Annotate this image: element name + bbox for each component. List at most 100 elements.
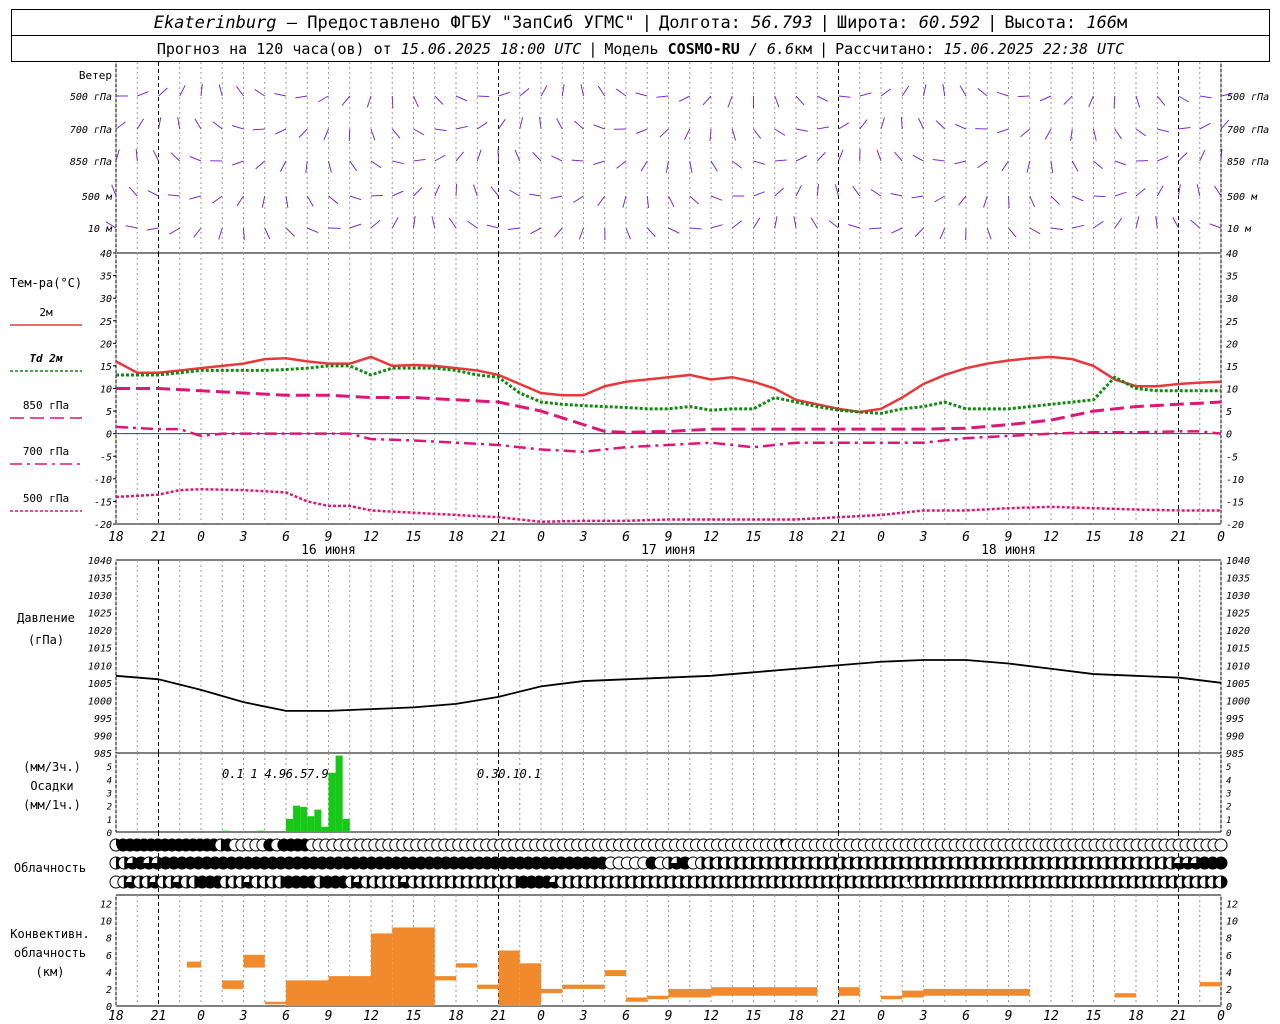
x-tick-label-bottom: 18 [1128, 1009, 1144, 1024]
x-tick-label-bottom: 9 [1005, 1009, 1013, 1024]
wind-barb [640, 160, 648, 172]
precip-y-tick-right: 1 [1226, 816, 1231, 826]
wind-barb [473, 184, 478, 197]
conv-cloud-bar [477, 984, 499, 989]
x-tick-label-mid: 21 [1171, 530, 1187, 545]
wind-barb [391, 217, 399, 229]
wind-barb [285, 227, 295, 237]
wind-barb [455, 95, 468, 102]
wind-barb [556, 118, 563, 130]
wind-barb [912, 154, 924, 162]
temp-y-tick: 10 [100, 385, 112, 396]
pressure-y-tick-right: 1040 [1226, 556, 1250, 567]
wind-barb [236, 195, 244, 207]
wind-barb [646, 195, 650, 208]
precip-total-label: 4.9 [265, 767, 287, 781]
x-tick-label-mid: 3 [579, 530, 588, 545]
wind-level-label: 700 гПа [70, 125, 112, 136]
wind-barb [959, 85, 967, 97]
conv-title-1: Конвективн. [10, 927, 89, 941]
conv-cloud-bar [519, 963, 541, 1006]
x-tick-label-bottom: 12 [363, 1009, 379, 1024]
wind-barb [1199, 95, 1212, 99]
precip-y-tick: 3 [106, 790, 112, 800]
wind-barb [212, 121, 223, 130]
wind-barb [1156, 185, 1164, 197]
conv-y-tick: 0 [106, 1002, 112, 1013]
wind-barb [530, 227, 542, 235]
wind-barb [200, 84, 203, 97]
wind-barb [476, 121, 488, 130]
wind-barb [1008, 227, 1017, 238]
precip-bar [222, 830, 230, 832]
wind-barb [901, 85, 910, 97]
wind-barb [573, 195, 584, 203]
pressure-y-tick-right: 1025 [1226, 609, 1250, 620]
wind-barb [529, 193, 542, 197]
wind-barb [218, 227, 223, 240]
wind-barb [859, 92, 872, 97]
wind-barb [193, 227, 202, 238]
wind-barb [852, 185, 861, 197]
wind-barb [391, 95, 394, 109]
conv-cloud-bar [966, 988, 1009, 996]
wind-barb [391, 128, 401, 139]
wind-barb [1093, 220, 1104, 229]
wind-barb [146, 227, 159, 231]
wind-barb [305, 160, 308, 173]
precip-bar [293, 805, 301, 832]
cloud-title: Облачность [14, 861, 86, 875]
wind-barb [665, 160, 669, 173]
x-tick-label-mid: 6 [622, 530, 630, 545]
wind-barb [1114, 217, 1123, 229]
wind-barb [917, 117, 924, 130]
wind-barb [167, 194, 180, 197]
x-tick-label-mid: 6 [282, 530, 290, 545]
wind-barb [255, 160, 266, 170]
wind-level-label-right: 10 м [1227, 224, 1252, 235]
x-tick-label-bottom: 12 [703, 1009, 719, 1024]
precip-bar [342, 818, 350, 832]
precip-y-tick-right: 0 [1226, 829, 1231, 839]
x-tick-label-mid: 0 [537, 530, 545, 545]
conv-cloud-bar [583, 984, 605, 989]
day-label: 16 июня [301, 543, 356, 558]
wind-barb [349, 195, 362, 201]
wind-barb [1178, 127, 1191, 130]
wind-barb [306, 195, 314, 207]
pressure-y-tick-right: 1030 [1226, 591, 1250, 602]
wind-barb [977, 88, 988, 97]
x-tick-label-bottom: 6 [282, 1009, 290, 1024]
precip-total-label: 1 [251, 767, 258, 781]
conv-y-tick-right: 6 [1226, 951, 1232, 962]
wind-barb [935, 120, 946, 130]
wind-level-label: 850 гПа [70, 157, 112, 168]
precip-bar [335, 755, 343, 832]
wind-barb [934, 195, 945, 203]
wind-barb [261, 195, 266, 208]
wind-barb [212, 195, 223, 204]
wind-barb [870, 189, 882, 197]
wind-level-label: 500 гПа [70, 92, 112, 103]
wind-barb [753, 160, 766, 165]
pressure-y-tick: 1020 [88, 626, 112, 637]
wind-level-label-right: 700 гПа [1227, 125, 1269, 136]
temp-y-tick: 15 [100, 362, 112, 373]
x-tick-label-mid: 0 [197, 530, 205, 545]
precip-y-tick: 1 [107, 816, 112, 826]
conv-y-tick: 10 [100, 917, 112, 928]
wind-barb [236, 85, 244, 97]
wind-barb [307, 227, 319, 234]
conv-cloud-bar [1008, 988, 1030, 996]
wind-barb [125, 225, 138, 229]
x-tick-label-mid: 18 [108, 530, 124, 545]
temp-legend-label: 500 гПа [23, 492, 69, 505]
wind-barb [1071, 160, 1079, 172]
wind-barb [1157, 128, 1170, 133]
wind-barb [996, 91, 1009, 97]
wind-barb [656, 95, 669, 98]
conv-cloud-bar [264, 1001, 286, 1005]
wind-barb [753, 128, 762, 139]
wind-barb [795, 95, 805, 106]
wind-barb [868, 227, 882, 230]
